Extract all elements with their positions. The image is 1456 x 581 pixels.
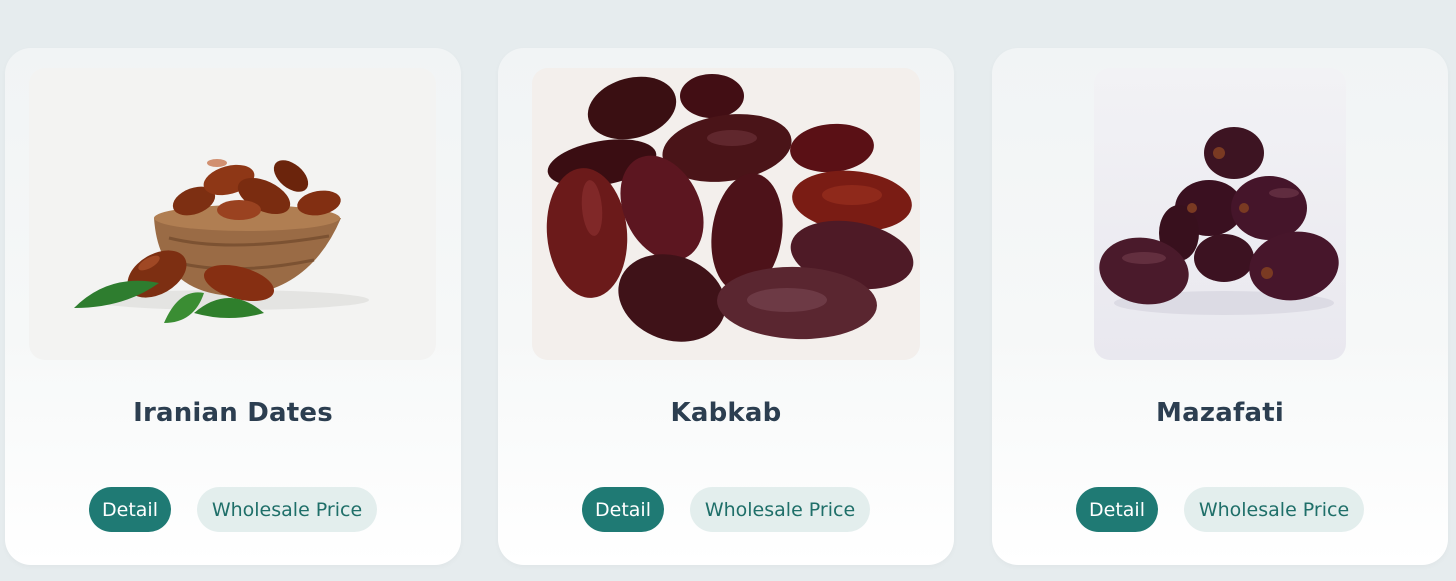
product-image-iranian-dates[interactable] xyxy=(29,68,436,360)
product-card-row: Iranian Dates Detail Wholesale Price Kab… xyxy=(0,0,1456,581)
product-title: Kabkab xyxy=(670,398,782,428)
product-image-mazafati[interactable] xyxy=(1094,68,1346,360)
product-actions: Detail Wholesale Price xyxy=(5,487,461,532)
detail-button[interactable]: Detail xyxy=(582,487,664,532)
product-title: Iranian Dates xyxy=(133,398,333,428)
detail-button[interactable]: Detail xyxy=(1076,487,1158,532)
wholesale-price-button[interactable]: Wholesale Price xyxy=(690,487,870,532)
product-card: Mazafati Detail Wholesale Price xyxy=(992,48,1448,565)
product-actions: Detail Wholesale Price xyxy=(992,487,1448,532)
product-actions: Detail Wholesale Price xyxy=(498,487,954,532)
product-card: Iranian Dates Detail Wholesale Price xyxy=(5,48,461,565)
wholesale-price-button[interactable]: Wholesale Price xyxy=(1184,487,1364,532)
wholesale-price-button[interactable]: Wholesale Price xyxy=(197,487,377,532)
product-card: Kabkab Detail Wholesale Price xyxy=(498,48,954,565)
product-title: Mazafati xyxy=(1156,398,1284,428)
product-image-kabkab[interactable] xyxy=(532,68,920,360)
detail-button[interactable]: Detail xyxy=(89,487,171,532)
